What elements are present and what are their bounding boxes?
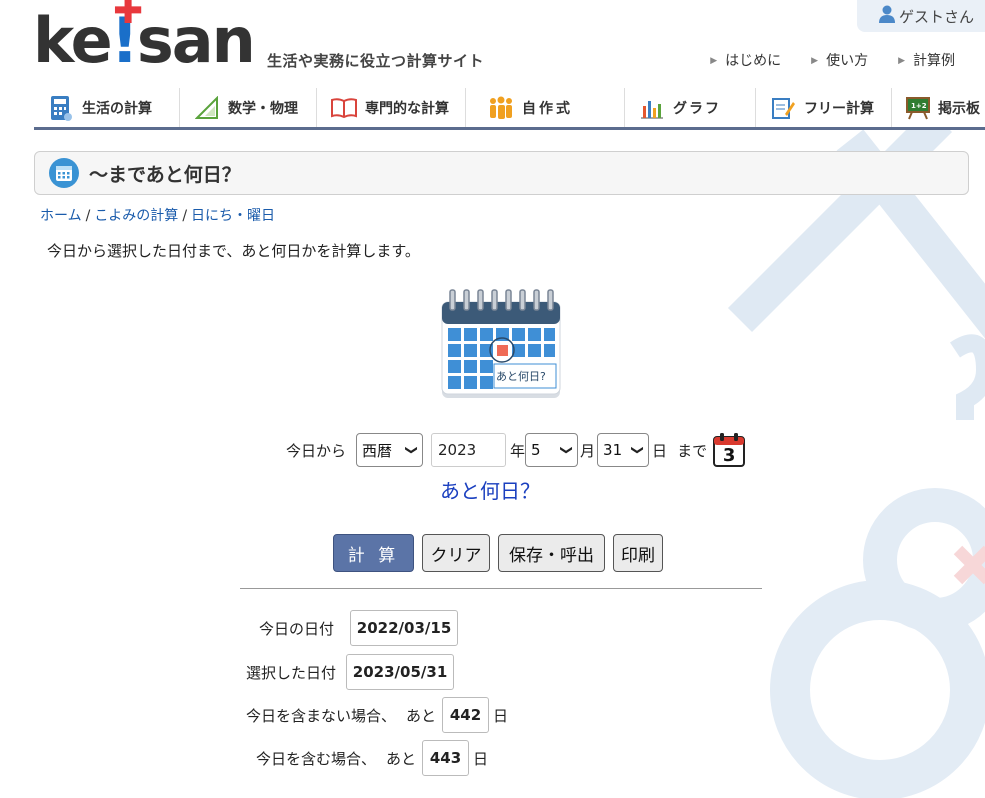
- chevron-down-icon: ❯: [631, 444, 646, 456]
- save-load-button[interactable]: 保存・呼出: [498, 534, 605, 572]
- site-tagline: 生活や実務に役立つ計算サイト: [267, 52, 485, 70]
- calendar-illustration: あと何日?: [440, 288, 562, 402]
- days-inclusive-value: 443: [422, 740, 470, 776]
- page-description: 今日から選択した日付まで、あと何日かを計算します。: [47, 242, 420, 260]
- result-exclusive-row: 今日を含まない場合、 あと 442 日: [246, 697, 508, 733]
- result-inclusive-row: 今日を含む場合、 あと 443 日: [256, 740, 488, 776]
- triangle-ruler-icon: [194, 95, 220, 121]
- notepad-pencil-icon: [770, 95, 796, 121]
- guest-user-link[interactable]: ゲストさん: [857, 0, 985, 32]
- breadcrumb-home[interactable]: ホーム: [40, 208, 82, 224]
- people-icon: [488, 95, 514, 121]
- clear-button[interactable]: クリア: [422, 534, 490, 572]
- user-icon: [879, 5, 895, 27]
- selected-date-label: 選択した日付: [246, 663, 337, 682]
- open-book-icon: [331, 95, 357, 121]
- from-today-label: 今日から: [286, 441, 347, 460]
- nav-item-graph[interactable]: グラフ: [625, 88, 756, 127]
- guest-label: ゲストさん: [899, 7, 975, 26]
- breadcrumb-calendar[interactable]: こよみの計算: [94, 208, 178, 224]
- date-input-row: 今日から 西暦 ❯ 2023 年 5 ❯ 月 31 ❯ 日 まで 3: [286, 432, 746, 468]
- nav-item-professional[interactable]: 専門的な計算: [317, 88, 466, 127]
- until-label: まで: [677, 441, 708, 460]
- calendar-icon-digit: 3: [722, 445, 736, 466]
- exclusive-unit: 日: [493, 706, 509, 725]
- top-link-usage[interactable]: ▶ 使い方: [811, 50, 868, 70]
- inclusive-unit: 日: [473, 749, 489, 768]
- action-buttons: 計 算 クリア 保存・呼出 印刷: [333, 534, 663, 572]
- illustration-label: あと何日?: [496, 370, 546, 383]
- top-link-intro[interactable]: ▶ はじめに: [710, 50, 781, 70]
- day-select[interactable]: 31 ❯: [597, 433, 650, 467]
- month-select[interactable]: 5 ❯: [525, 433, 579, 467]
- days-exclusive-value: 442: [442, 697, 490, 733]
- svg-text:1+2: 1+2: [911, 102, 927, 110]
- breadcrumb-date-weekday[interactable]: 日にち・曜日: [191, 208, 275, 224]
- top-links: ▶ はじめに ▶ 使い方 ▶ 計算例: [710, 50, 955, 70]
- result-selected-row: 選択した日付 2023/05/31: [246, 654, 455, 690]
- breadcrumb-separator: /: [182, 208, 188, 224]
- exclusive-label: 今日を含まない場合、: [246, 706, 397, 725]
- chevron-down-icon: ❯: [404, 444, 419, 456]
- month-unit: 月: [580, 441, 596, 460]
- nav-item-free[interactable]: フリー計算: [756, 88, 892, 127]
- page-title-bar: ～まであと何日？: [34, 151, 969, 195]
- calendar-grid-icon: [49, 158, 79, 188]
- today-date-value: 2022/03/15: [350, 610, 459, 646]
- nav-item-life[interactable]: 生活の計算: [34, 88, 180, 127]
- site-header: ke!san ✚ 生活や実務に役立つ計算サイト ゲストさん ▶ はじめに ▶ 使い方…: [0, 0, 985, 90]
- chalkboard-icon: 1+2: [906, 95, 930, 121]
- year-input[interactable]: 2023: [431, 433, 507, 467]
- today-date-label: 今日の日付: [259, 619, 335, 638]
- chevron-down-icon: ❯: [560, 444, 574, 456]
- logo-plus-mark: ✚: [113, 0, 144, 32]
- breadcrumb-separator: /: [85, 208, 91, 224]
- inclusive-prefix: あと: [386, 749, 417, 768]
- breadcrumb: ホーム / こよみの計算 / 日にち・曜日: [40, 205, 275, 225]
- inclusive-label: 今日を含む場合、: [256, 749, 377, 768]
- print-button[interactable]: 印刷: [613, 534, 663, 572]
- era-select[interactable]: 西暦 ❯: [356, 433, 424, 467]
- nav-item-custom[interactable]: 自作式: [466, 88, 625, 127]
- logo-text: ke!san: [33, 4, 256, 77]
- calendar-picker-icon[interactable]: 3: [713, 433, 746, 467]
- calculator-icon: [48, 95, 74, 121]
- bar-chart-icon: [639, 95, 665, 121]
- selected-date-value: 2023/05/31: [346, 654, 455, 690]
- question-label: あと何日？: [440, 479, 540, 503]
- page-title: ～まであと何日？: [89, 163, 241, 186]
- top-link-examples[interactable]: ▶ 計算例: [898, 50, 955, 70]
- calculate-button[interactable]: 計 算: [333, 534, 414, 572]
- site-logo[interactable]: ke!san ✚: [33, 0, 258, 75]
- main-nav: 生活の計算 数学・物理 専門的な計算 自作式 グラフ フリー計算 1+2 掲示板: [34, 88, 985, 130]
- day-unit: 日: [652, 441, 668, 460]
- nav-item-board[interactable]: 1+2 掲示板: [892, 88, 985, 127]
- result-today-row: 今日の日付 2022/03/15: [259, 610, 459, 646]
- divider: [240, 588, 762, 589]
- exclusive-prefix: あと: [406, 706, 437, 725]
- nav-item-math[interactable]: 数学・物理: [180, 88, 317, 127]
- year-unit: 年: [510, 441, 526, 460]
